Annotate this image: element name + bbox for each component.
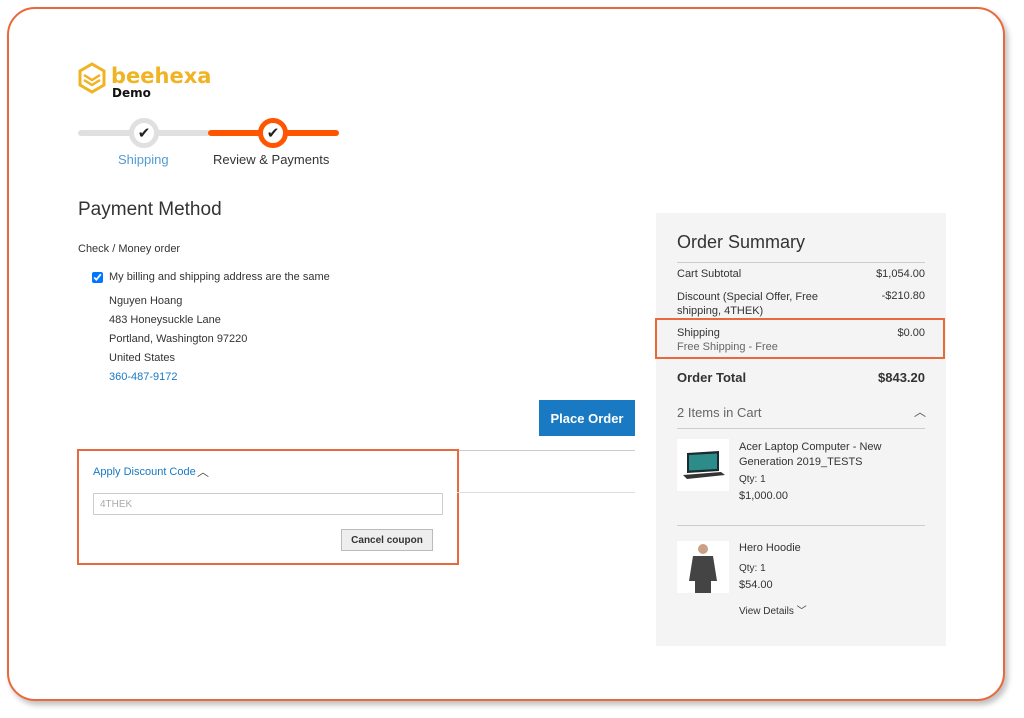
chevron-up-icon[interactable]: ︿	[914, 403, 926, 420]
logo-sub: Demo	[112, 86, 151, 100]
divider	[457, 492, 635, 493]
item-qty: Qty: 1	[739, 563, 766, 574]
divider	[677, 262, 925, 263]
discount-label: Discount (Special Offer, Free shipping, …	[677, 291, 819, 317]
item-price: $1,000.00	[739, 490, 788, 502]
address-street: 483 Honeysuckle Lane	[109, 314, 221, 326]
step-shipping-check-icon[interactable]: ✔	[129, 118, 159, 148]
item-qty: Qty: 1	[739, 474, 766, 485]
item-image-laptop[interactable]	[677, 439, 729, 491]
step-review-check-icon: ✔	[258, 118, 288, 148]
chevron-down-icon: ﹀	[796, 606, 807, 617]
item-name: Hero Hoodie	[739, 542, 801, 554]
total-row: Order Total $843.20	[677, 370, 925, 385]
shipping-value: $0.00	[897, 327, 925, 339]
logo-name: beehexa	[111, 64, 212, 88]
discount-value: -$210.80	[881, 290, 925, 302]
payment-title: Payment Method	[78, 199, 222, 220]
same-address-checkbox[interactable]	[92, 272, 103, 283]
address-country: United States	[109, 352, 176, 364]
shipping-method: Free Shipping - Free	[677, 341, 778, 353]
divider	[677, 428, 925, 429]
item-price: $54.00	[739, 579, 773, 591]
items-in-cart-toggle[interactable]: 2 Items in Cart	[677, 405, 762, 420]
subtotal-value: $1,054.00	[876, 268, 925, 280]
step-review-label: Review & Payments	[213, 152, 330, 167]
discount-row: Discount (Special Offer, Free shipping, …	[677, 290, 925, 318]
summary-title: Order Summary	[677, 232, 806, 252]
total-label: Order Total	[677, 370, 747, 385]
address-name: Nguyen Hoang	[109, 295, 183, 307]
address-phone[interactable]: 360-487-9172	[109, 371, 178, 383]
item-name: Acer Laptop Computer - New Generation 20…	[739, 441, 882, 468]
view-details-label[interactable]: View Details	[739, 606, 794, 617]
item-image-hoodie[interactable]	[677, 541, 729, 593]
cancel-coupon-button[interactable]: Cancel coupon	[341, 529, 433, 551]
divider	[677, 525, 925, 526]
address-city: Portland, Washington 97220	[109, 333, 248, 345]
shipping-label: Shipping	[677, 327, 720, 339]
total-value: $843.20	[878, 370, 925, 385]
view-details-toggle[interactable]: View Details ﹀	[739, 602, 807, 617]
chevron-up-icon[interactable]: ︿	[197, 463, 209, 480]
place-order-button[interactable]: Place Order	[539, 400, 635, 436]
step-shipping-label[interactable]: Shipping	[118, 152, 169, 167]
logo-icon	[78, 62, 106, 94]
discount-code-input[interactable]	[93, 493, 443, 515]
payment-method-label[interactable]: Check / Money order	[78, 243, 180, 255]
discount-toggle[interactable]: Apply Discount Code	[93, 466, 196, 478]
subtotal-label: Cart Subtotal	[677, 268, 742, 280]
same-address-label[interactable]: My billing and shipping address are the …	[109, 271, 330, 283]
shipping-row: Shipping $0.00	[677, 327, 925, 339]
subtotal-row: Cart Subtotal $1,054.00	[677, 268, 925, 280]
